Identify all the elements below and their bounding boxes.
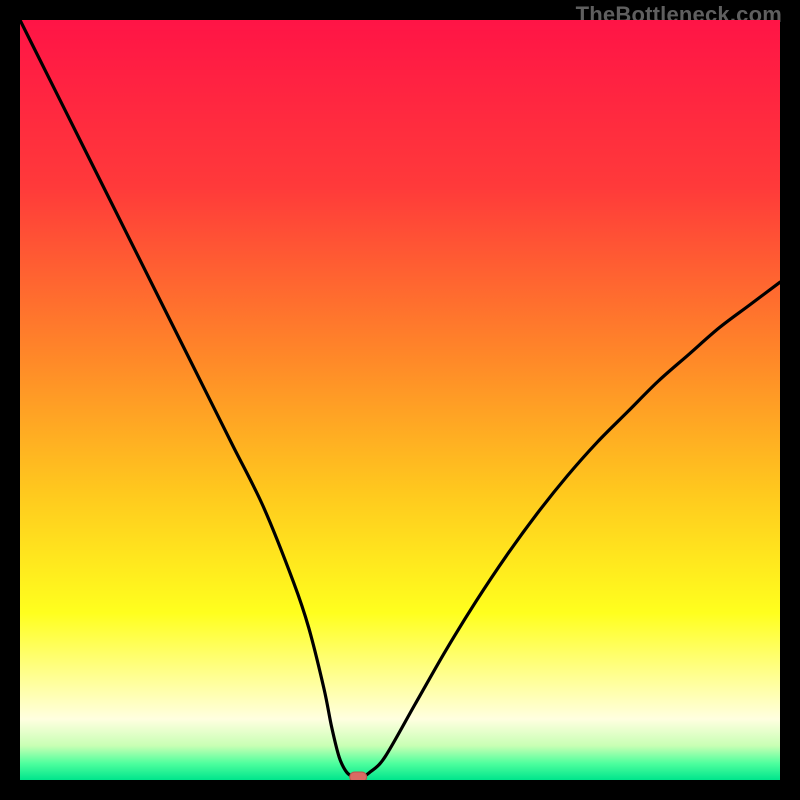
gradient-background (20, 20, 780, 780)
optimum-marker (350, 772, 367, 780)
chart-frame: TheBottleneck.com (0, 0, 800, 800)
bottleneck-chart (20, 20, 780, 780)
